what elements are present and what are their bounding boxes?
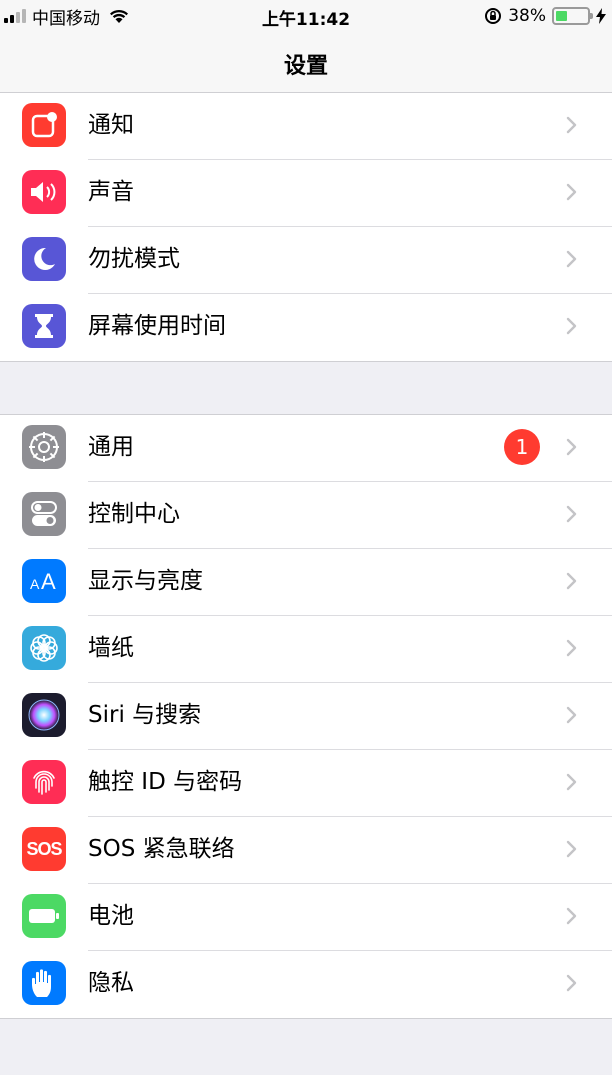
settings-row-label: SOS 紧急联络 [88,836,235,862]
fingerprint-icon [22,760,66,804]
settings-group-2: 通用 1 控制中心 A A 显示与亮度墙纸 Siri 与搜索触控 ID 与密码 SOS SOS … [0,414,612,1019]
settings-row-1-0[interactable]: 通用 1 [0,415,612,482]
settings-row-1-7[interactable]: 电池 [0,884,612,951]
settings-row-label: 通知 [88,112,134,138]
notification-badge: 1 [504,429,540,465]
toggles-icon [22,492,66,536]
settings-row-1-1[interactable]: 控制中心 [0,482,612,549]
chevron-right-icon [562,906,582,926]
settings-row-1-4[interactable]: Siri 与搜索 [0,683,612,750]
settings-row-label: 电池 [88,903,134,929]
settings-row-label: 墙纸 [88,635,134,661]
text-size-icon: AA [22,559,66,603]
chevron-right-icon [562,437,582,457]
page-title: 设置 [283,54,328,79]
battery-percent: 38% [508,6,546,26]
settings-row-label: 显示与亮度 [88,568,203,594]
settings-row-1-3[interactable]: 墙纸 [0,616,612,683]
svg-text:A: A [41,569,56,594]
chevron-right-icon [562,182,582,202]
chevron-right-icon [562,705,582,725]
settings-row-label: 屏幕使用时间 [88,313,226,339]
settings-row-label: 声音 [88,179,134,205]
orientation-lock-icon [485,8,502,24]
sos-icon-text: SOS [26,838,62,859]
chevron-right-icon [562,772,582,792]
chevron-right-icon [562,571,582,591]
settings-row-label: 触控 ID 与密码 [88,769,243,795]
hourglass-icon [22,304,66,348]
siri-icon [22,693,66,737]
battery-icon [22,894,66,938]
settings-row-label: 隐私 [88,970,134,996]
status-bar: 中国移动 上午11:42 38% [0,0,612,32]
settings-row-1-6[interactable]: SOS SOS 紧急联络 [0,817,612,884]
sos-icon: SOS [22,827,66,871]
settings-row-label: Siri 与搜索 [88,702,202,728]
gear-icon [22,425,66,469]
settings-row-1-8[interactable]: 隐私 [0,951,612,1018]
sound-icon [22,170,66,214]
settings-row-0-3[interactable]: 屏幕使用时间 [0,294,612,361]
chevron-right-icon [562,504,582,524]
settings-row-0-2[interactable]: 勿扰模式 [0,227,612,294]
settings-row-0-0[interactable]: 通知 [0,93,612,160]
settings-row-0-1[interactable]: 声音 [0,160,612,227]
charging-icon [596,8,606,24]
notifications-icon [22,103,66,147]
chevron-right-icon [562,115,582,135]
settings-row-1-5[interactable]: 触控 ID 与密码 [0,750,612,817]
chevron-right-icon [562,316,582,336]
settings-row-label: 控制中心 [88,501,180,527]
chevron-right-icon [562,638,582,658]
chevron-right-icon [562,973,582,993]
svg-text:A: A [30,576,40,592]
flower-icon [22,626,66,670]
navigation-bar: 设置 [0,32,612,96]
battery-icon [552,7,593,25]
settings-group-1: 通知声音勿扰模式屏幕使用时间 [0,92,612,362]
moon-icon [22,237,66,281]
settings-row-label: 勿扰模式 [88,246,180,272]
hand-icon [22,961,66,1005]
chevron-right-icon [562,249,582,269]
chevron-right-icon [562,839,582,859]
settings-row-1-2[interactable]: A A 显示与亮度 [0,549,612,616]
settings-row-label: 通用 [88,434,134,460]
